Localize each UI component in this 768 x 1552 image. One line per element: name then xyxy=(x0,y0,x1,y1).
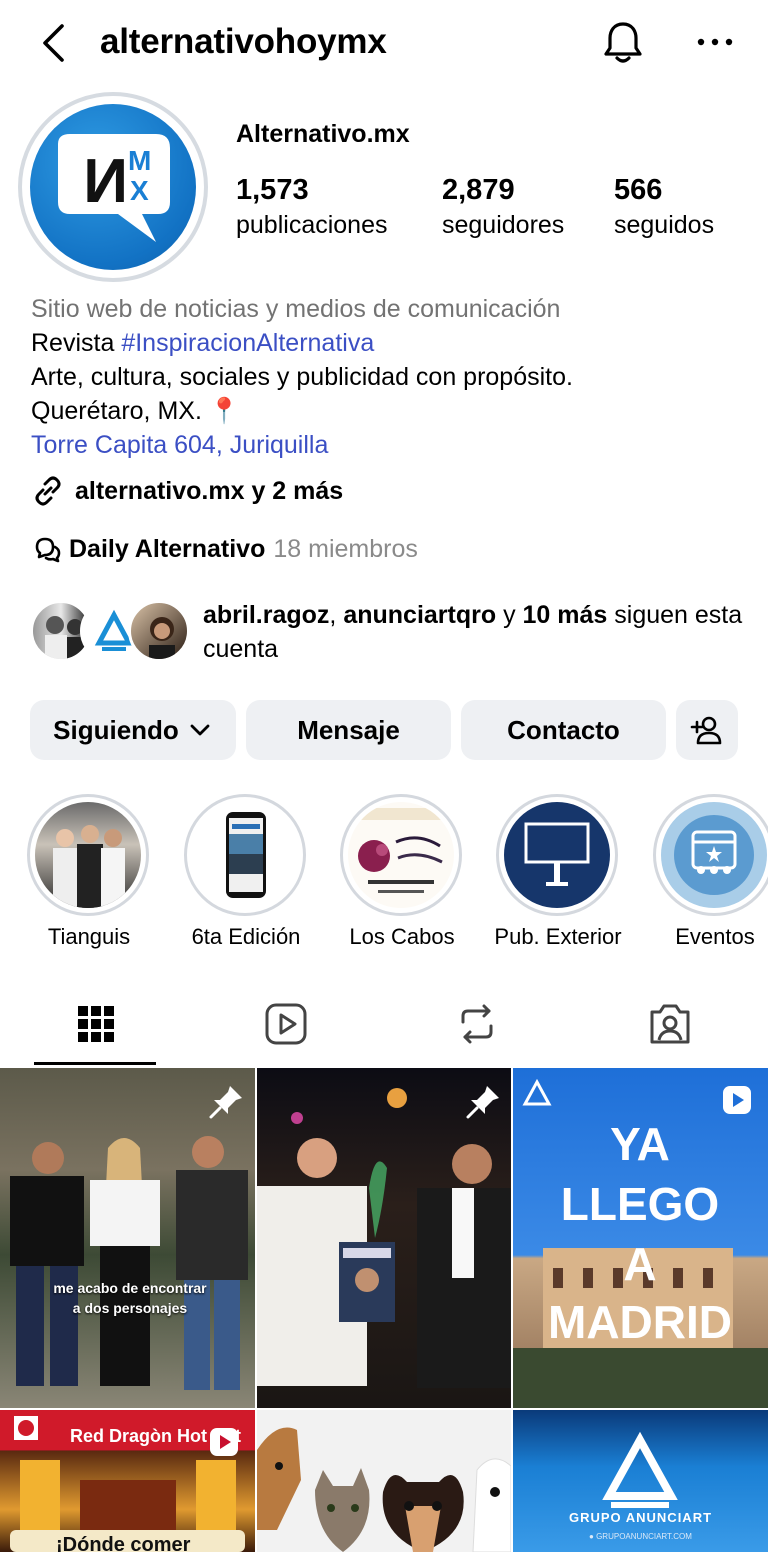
highlight-ring xyxy=(653,794,768,916)
profile-avatar[interactable]: N M X xyxy=(30,104,196,270)
post-6-url: ● GRUPOANUNCIART.COM xyxy=(589,1532,692,1541)
link-icon xyxy=(35,476,61,506)
channel-chat-icon xyxy=(35,537,61,563)
active-tab-indicator xyxy=(34,1062,156,1065)
following-count: 566 xyxy=(614,174,663,206)
external-link-text: alternativo.mx y 2 más xyxy=(75,476,344,505)
reels-tab-icon[interactable] xyxy=(262,1000,310,1048)
post-3-line-3: A xyxy=(623,1238,656,1290)
bio-address-link[interactable]: Torre Capita 604, Juriquilla xyxy=(31,428,751,462)
highlight-cover-pub-exterior xyxy=(504,802,610,908)
highlight-los-cabos[interactable]: Los Cabos xyxy=(340,794,464,949)
profile-bio: Sitio web de noticias y medios de comuni… xyxy=(31,292,751,462)
highlight-cover-los-cabos xyxy=(348,802,454,908)
message-button-label: Mensaje xyxy=(297,714,400,745)
following-button-label: Siguiendo xyxy=(53,714,179,745)
bio-hashtag-link[interactable]: #InspiracionAlternativa xyxy=(121,329,374,357)
post-6-image xyxy=(602,1431,678,1508)
highlight-tianguis[interactable]: Tianguis xyxy=(27,794,151,949)
bio-line-2: Arte, cultura, sociales y publicidad con… xyxy=(31,363,573,391)
post-thumbnail-1[interactable]: me acabo de encontrar a dos personajes xyxy=(0,1068,255,1408)
posts-stat[interactable]: 1,573 publicaciones xyxy=(236,174,388,240)
reel-icon xyxy=(723,1086,751,1114)
reposts-tab-icon[interactable] xyxy=(453,1000,501,1048)
back-arrow-icon[interactable] xyxy=(36,22,72,64)
broadcast-channel-row[interactable]: Daily Alternativo 18 miembros xyxy=(31,532,418,566)
post-4-bottom-text: ¡Dónde comer xyxy=(56,1534,191,1552)
followed-by-text[interactable]: abril.ragoz, anunciartqro y 10 más sigue… xyxy=(203,598,743,666)
post-3-line-2: LLEGO xyxy=(561,1178,719,1230)
profile-full-name: Alternativo.mx xyxy=(236,120,410,148)
suggest-people-button[interactable] xyxy=(676,700,738,760)
notification-bell-icon[interactable] xyxy=(600,18,646,66)
following-button[interactable]: Siguiendo xyxy=(30,700,236,760)
message-button[interactable]: Mensaje xyxy=(246,700,451,760)
post-thumbnail-4[interactable]: Red Dragòn Hot Pot ¡Dónde comer xyxy=(0,1410,255,1552)
following-stat[interactable]: 566 seguidos xyxy=(614,174,714,240)
followed-by-separator: , xyxy=(329,601,344,629)
svg-text:N: N xyxy=(83,147,128,216)
post-5-image xyxy=(257,1427,511,1552)
posts-label: publicaciones xyxy=(236,211,388,239)
post-thumbnail-3[interactable]: YA LLEGO A MADRID xyxy=(513,1068,768,1408)
followers-count: 2,879 xyxy=(442,174,515,206)
highlight-cover-eventos xyxy=(661,802,767,908)
svg-text:M: M xyxy=(128,145,151,176)
followed-by-user-2[interactable]: anunciartqro xyxy=(343,601,496,629)
channel-members: 18 miembros xyxy=(273,534,418,563)
highlight-6ta-edicion[interactable]: 6ta Edición xyxy=(184,794,308,949)
followed-by-others[interactable]: 10 más xyxy=(523,601,608,629)
post-thumbnail-5[interactable] xyxy=(257,1410,511,1552)
post-thumbnail-6[interactable]: GRUPO ANUNCIART ● GRUPOANUNCIART.COM xyxy=(513,1410,768,1552)
post-thumbnail-2[interactable] xyxy=(257,1068,511,1408)
post-3-line-1: YA xyxy=(610,1118,670,1170)
more-options-icon[interactable] xyxy=(692,24,738,60)
post-1-caption: me acabo de encontrar a dos personajes xyxy=(53,1280,207,1316)
bio-line-1-prefix: Revista xyxy=(31,329,122,357)
add-person-icon xyxy=(690,716,722,745)
alternativo-logo: N M X xyxy=(58,134,170,242)
followed-by-connector: y xyxy=(496,601,523,629)
external-links-row[interactable]: alternativo.mx y 2 más xyxy=(31,474,343,508)
svg-text:X: X xyxy=(130,175,149,206)
grid-tab-icon[interactable] xyxy=(72,1000,120,1048)
top-bar: alternativohoymx xyxy=(0,0,768,86)
highlight-ring xyxy=(184,794,306,916)
highlight-ring xyxy=(27,794,149,916)
highlight-cover-tianguis xyxy=(35,802,141,908)
followers-stat[interactable]: 2,879 seguidores xyxy=(442,174,564,240)
highlight-pub-exterior[interactable]: Pub. Exterior xyxy=(494,794,622,949)
profile-category: Sitio web de noticias y medios de comuni… xyxy=(31,295,561,323)
highlight-ring xyxy=(496,794,618,916)
tagged-tab-icon[interactable] xyxy=(646,1000,694,1048)
pinned-icon xyxy=(209,1086,242,1119)
highlight-eventos[interactable]: Eventos xyxy=(653,794,768,949)
channel-name: Daily Alternativo xyxy=(69,534,266,563)
posts-count: 1,573 xyxy=(236,174,309,206)
followers-label: seguidores xyxy=(442,211,565,239)
pinned-icon xyxy=(466,1086,499,1119)
highlight-ring xyxy=(340,794,462,916)
highlight-cover-6ta-edicion xyxy=(192,802,298,908)
chevron-down-icon xyxy=(190,724,210,736)
profile-tabs xyxy=(0,986,768,1068)
highlight-label: Eventos xyxy=(675,924,755,949)
contact-button-label: Contacto xyxy=(507,714,620,745)
follower-avatar-3 xyxy=(128,600,190,662)
following-label: seguidos xyxy=(614,211,715,239)
post-6-title: GRUPO ANUNCIART xyxy=(568,1510,713,1525)
profile-username: alternativohoymx xyxy=(100,22,387,61)
bio-line-1: Revista #InspiracionAlternativa xyxy=(31,326,751,360)
post-3-image: YA LLEGO A MADRID xyxy=(513,1078,768,1408)
bio-line-3: Querétaro, MX. 📍 xyxy=(31,397,240,425)
reel-icon xyxy=(210,1428,238,1456)
post-3-line-4: MADRID xyxy=(548,1296,732,1348)
followed-by-user-1[interactable]: abril.ragoz xyxy=(203,601,329,629)
contact-button[interactable]: Contacto xyxy=(461,700,666,760)
